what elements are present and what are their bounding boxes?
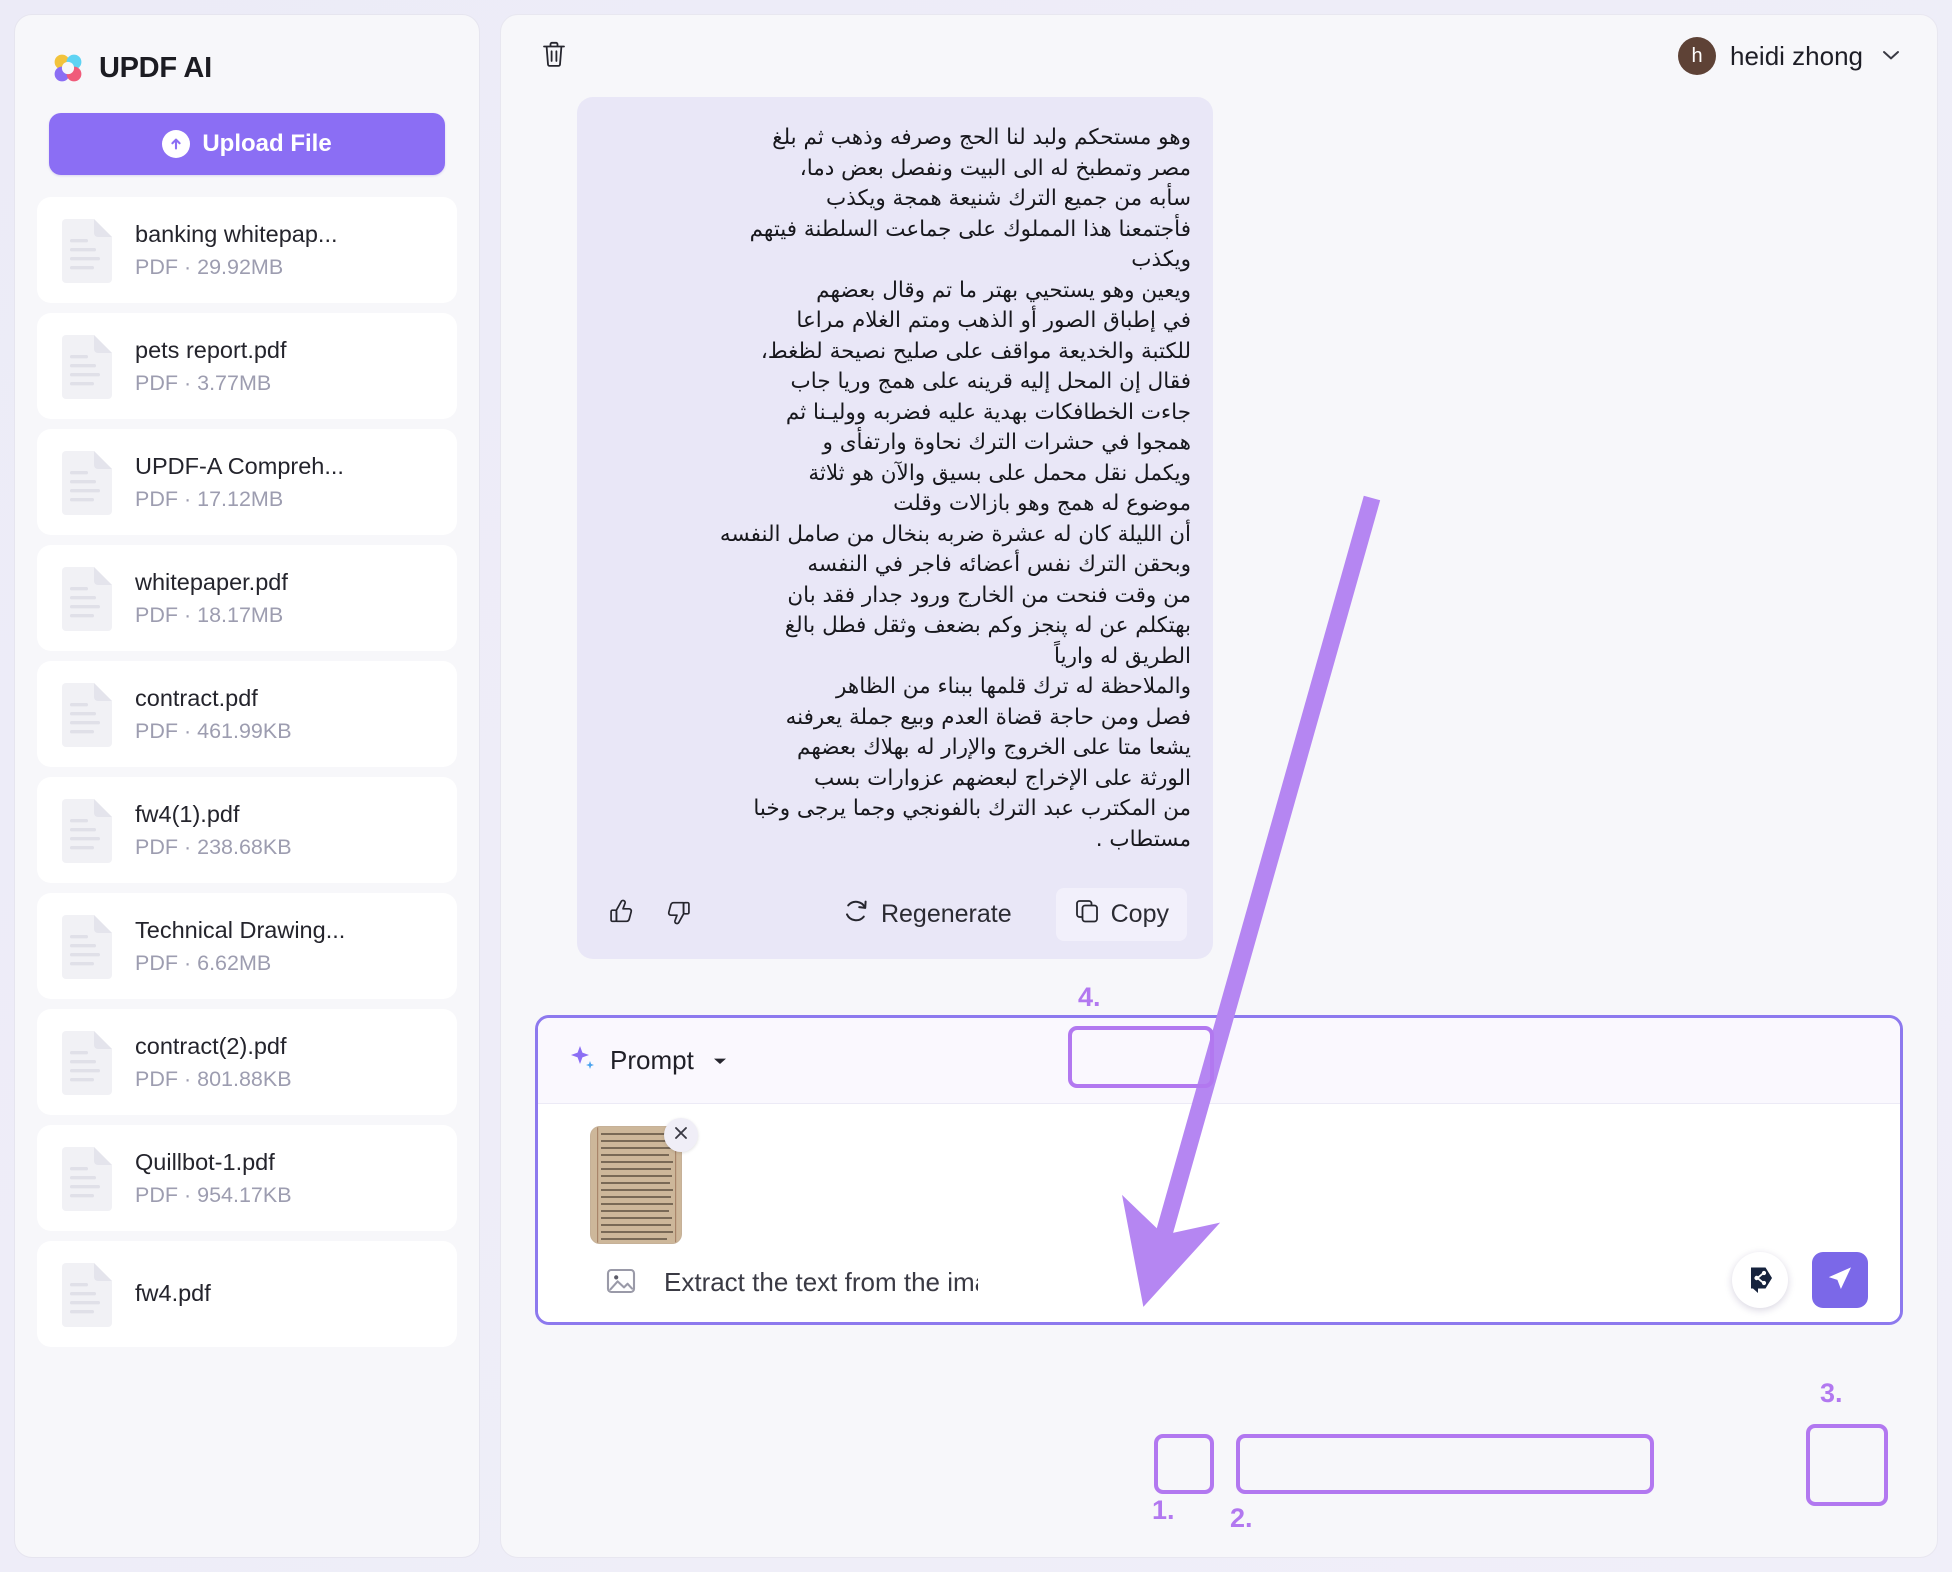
pdf-document-icon [59, 797, 115, 863]
file-size: PDF · 801.88KB [135, 1067, 292, 1092]
file-size: PDF · 238.68KB [135, 835, 292, 860]
file-list-item[interactable]: contract.pdf PDF · 461.99KB [37, 661, 457, 767]
thumbs-down-button[interactable] [655, 891, 701, 937]
prompt-mode-selector[interactable]: Prompt [538, 1018, 1900, 1104]
attach-image-button[interactable] [598, 1260, 644, 1306]
file-name: pets report.pdf [135, 336, 287, 363]
close-icon [673, 1124, 689, 1147]
brand-title: UPDF AI [99, 51, 212, 84]
file-meta: fw4.pdf [135, 1279, 211, 1308]
pdf-document-icon [59, 565, 115, 631]
file-list-item[interactable]: Technical Drawing... PDF · 6.62MB [37, 893, 457, 999]
file-size: PDF · 18.17MB [135, 603, 284, 628]
file-list-item[interactable]: fw4(1).pdf PDF · 238.68KB [37, 777, 457, 883]
file-meta: Technical Drawing... PDF · 6.62MB [135, 916, 345, 976]
sidebar-header: UPDF AI [15, 15, 479, 85]
chevron-down-icon [1881, 48, 1901, 65]
copy-label: Copy [1110, 899, 1169, 928]
assistant-message-bubble: وهو مستحكم ولبد لنا الحج وصرفه وذهب ثم ب… [577, 97, 1213, 960]
updf-flower-logo-icon [51, 51, 85, 85]
file-meta: whitepaper.pdf PDF · 18.17MB [135, 568, 288, 628]
file-name: fw4.pdf [135, 1280, 211, 1307]
refresh-icon [842, 897, 870, 932]
avatar: h [1678, 37, 1716, 75]
copy-button-wrapper: Copy [1055, 887, 1187, 941]
file-name: Technical Drawing... [135, 916, 346, 943]
file-list[interactable]: banking whitepap... PDF · 29.92MB pets rep… [15, 197, 479, 1557]
share-node-fab-button[interactable] [1732, 1252, 1788, 1308]
sparkle-icon [568, 1043, 598, 1078]
file-meta: contract.pdf PDF · 461.99KB [135, 684, 292, 744]
pdf-document-icon [59, 1029, 115, 1095]
file-list-item[interactable]: UPDF-A Compreh... PDF · 17.12MB [37, 429, 457, 535]
file-meta: contract(2).pdf PDF · 801.88KB [135, 1032, 292, 1092]
file-size: PDF · 461.99KB [135, 719, 292, 744]
file-name: fw4(1).pdf [135, 800, 240, 827]
chat-area: وهو مستحكم ولبد لنا الحج وصرفه وذهب ثم ب… [501, 97, 1937, 967]
prompt-input[interactable] [656, 1254, 986, 1310]
file-name: whitepaper.pdf [135, 568, 288, 595]
file-size: PDF · 17.12MB [135, 487, 284, 512]
pdf-document-icon [59, 913, 115, 979]
user-menu[interactable]: h heidi zhong [1678, 37, 1901, 75]
pdf-document-icon [59, 1145, 115, 1211]
share-node-icon [1740, 1258, 1780, 1303]
composer-body [538, 1104, 1900, 1322]
file-name: contract(2).pdf [135, 1032, 287, 1059]
prompt-composer: Prompt [535, 1015, 1903, 1325]
thumbs-up-button[interactable] [599, 891, 645, 937]
file-list-item[interactable]: fw4.pdf [37, 1241, 457, 1347]
send-icon [1826, 1264, 1854, 1297]
file-size: PDF · 6.62MB [135, 951, 272, 976]
file-size: PDF · 29.92MB [135, 255, 284, 280]
trash-icon [540, 39, 568, 74]
copy-icon [1074, 898, 1100, 931]
file-size: PDF · 954.17KB [135, 1183, 292, 1208]
prompt-mode-label: Prompt [610, 1045, 694, 1075]
file-name: UPDF-A Compreh... [135, 452, 344, 479]
file-meta: banking whitepap... PDF · 29.92MB [135, 220, 338, 280]
assistant-message-text: وهو مستحكم ولبد لنا الحج وصرفه وذهب ثم ب… [719, 125, 1191, 852]
file-meta: Quillbot-1.pdf PDF · 954.17KB [135, 1148, 292, 1208]
file-meta: UPDF-A Compreh... PDF · 17.12MB [135, 452, 344, 512]
top-bar: h heidi zhong [501, 15, 1937, 97]
file-name: contract.pdf [135, 684, 258, 711]
file-meta: pets report.pdf PDF · 3.77MB [135, 336, 287, 396]
pdf-document-icon [59, 449, 115, 515]
file-name: banking whitepap... [135, 220, 338, 247]
chevron-down-icon [712, 1053, 728, 1069]
regenerate-label: Regenerate [880, 899, 1012, 928]
file-list-item[interactable]: contract(2).pdf PDF · 801.88KB [37, 1009, 457, 1115]
user-name: heidi zhong [1730, 40, 1863, 71]
app-root: UPDF AI Upload File banking whitepap... P… [0, 0, 1952, 1572]
pdf-document-icon [59, 1261, 115, 1327]
main-panel: h heidi zhong وهو مستحكم ولبد لنا الحج و… [500, 14, 1938, 1558]
file-meta: fw4(1).pdf PDF · 238.68KB [135, 800, 292, 860]
sidebar: UPDF AI Upload File banking whitepap... P… [14, 14, 480, 1558]
message-action-bar: Regenerate Copy [599, 881, 1191, 947]
pdf-document-icon [59, 333, 115, 399]
send-button[interactable] [1812, 1252, 1868, 1308]
file-list-item[interactable]: pets report.pdf PDF · 3.77MB [37, 313, 457, 419]
upload-file-button[interactable]: Upload File [49, 113, 445, 175]
upload-arrow-icon [162, 130, 191, 158]
file-list-item[interactable]: Quillbot-1.pdf PDF · 954.17KB [37, 1125, 457, 1231]
pdf-document-icon [59, 217, 115, 283]
copy-button[interactable]: Copy [1055, 887, 1187, 941]
file-list-item[interactable]: whitepaper.pdf PDF · 18.17MB [37, 545, 457, 651]
delete-conversation-button[interactable] [533, 35, 575, 77]
thumbs-down-icon [663, 897, 693, 932]
pdf-document-icon [59, 681, 115, 747]
regenerate-button[interactable]: Regenerate [832, 891, 1022, 938]
upload-file-label: Upload File [202, 130, 332, 157]
file-size: PDF · 3.77MB [135, 371, 272, 396]
file-list-item[interactable]: banking whitepap... PDF · 29.92MB [37, 197, 457, 303]
image-icon [605, 1266, 637, 1301]
file-name: Quillbot-1.pdf [135, 1148, 275, 1175]
thumbs-up-icon [607, 897, 637, 932]
remove-attachment-button[interactable] [664, 1118, 698, 1152]
